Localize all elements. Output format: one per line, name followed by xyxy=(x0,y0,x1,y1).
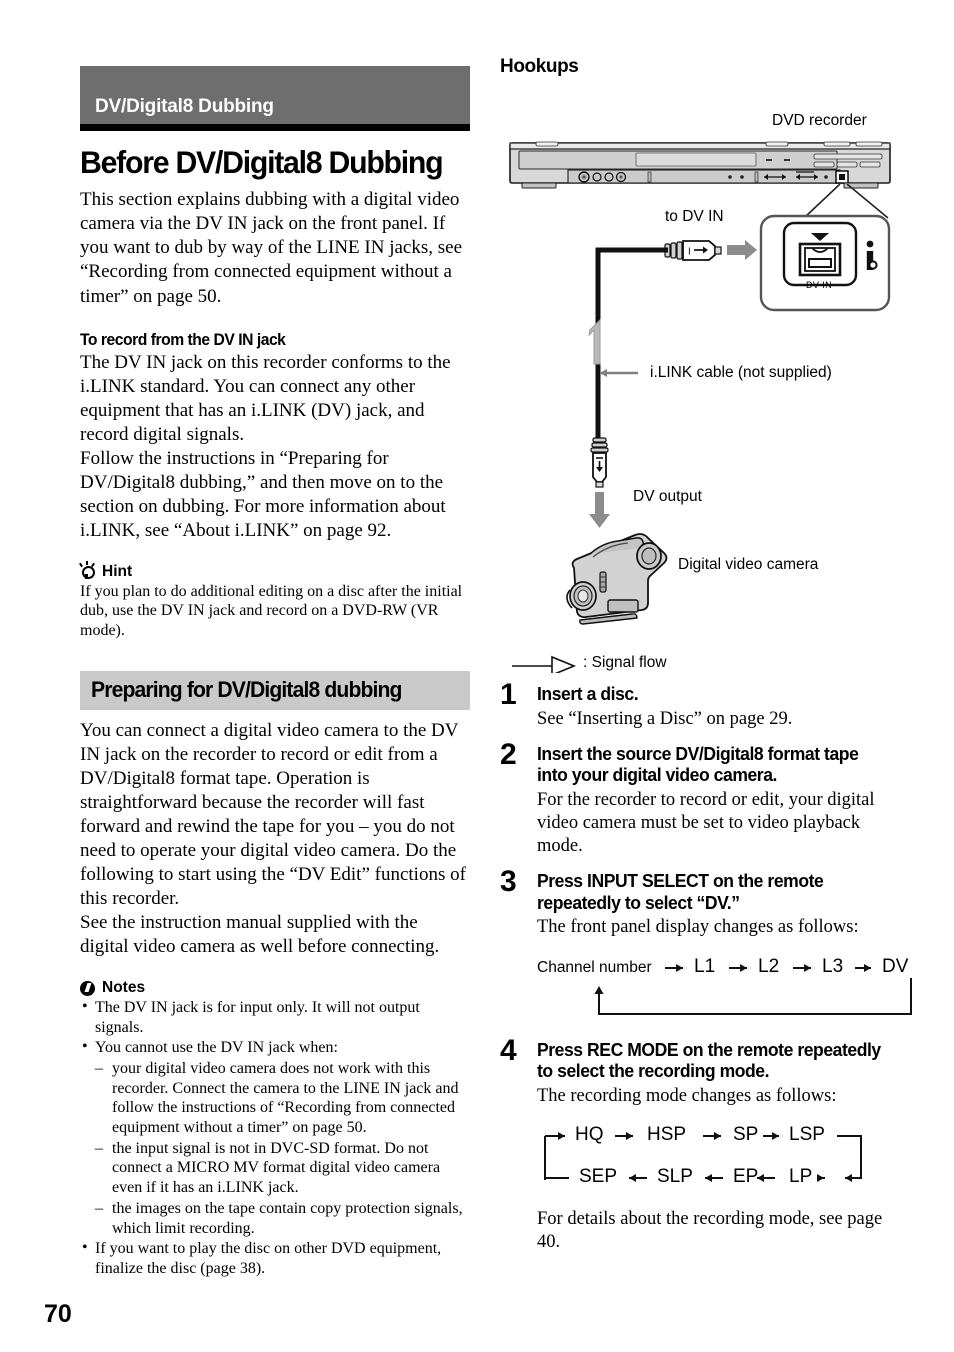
bullet-icon: • xyxy=(82,1038,88,1056)
list-item: • The DV IN jack is for input only. It w… xyxy=(80,998,470,1037)
step-number: 4 xyxy=(500,1033,517,1067)
hint-label: Hint xyxy=(102,562,133,580)
ilink-cable-label: i.LINK cable (not supplied) xyxy=(650,364,832,381)
step-2: 2 Insert the source DV/Digital8 format t… xyxy=(500,738,892,859)
dvd-recorder-label: DVD recorder xyxy=(772,112,867,129)
sub-note-text: the images on the tape contain copy prot… xyxy=(112,1199,463,1237)
dash-icon: – xyxy=(95,1060,103,1078)
step-3: 3 Press INPUT SELECT on the remote repea… xyxy=(500,865,912,1021)
note-text: The DV IN jack is for input only. It wil… xyxy=(95,999,420,1036)
dv-in-port-label: DV IN xyxy=(805,280,832,290)
list-item: • You cannot use the DV IN jack when: – … xyxy=(80,1038,470,1238)
rec-mode-flow-diagram: HQ HSP SP LSP SEP SLP EP LP xyxy=(537,1122,907,1200)
manual-page: DV/Digital8 Dubbing Before DV/Digital8 D… xyxy=(0,0,954,1352)
subsection-banner: Preparing for DV/Digital8 dubbing xyxy=(80,670,470,710)
step-title: Press INPUT SELECT on the remote repeate… xyxy=(537,871,824,913)
dash-icon: – xyxy=(95,1139,103,1157)
section1-paragraph-1: The DV IN jack on this recorder conforms… xyxy=(80,351,451,445)
step-1: 1 Insert a disc. See “Inserting a Disc” … xyxy=(500,678,892,731)
note-text: If you want to play the disc on other DV… xyxy=(95,1240,442,1277)
step-description: For the recorder to record or edit, your… xyxy=(537,789,875,857)
notes-callout-header: Notes xyxy=(80,979,470,997)
note-text: You cannot use the DV IN jack when: xyxy=(95,1039,338,1057)
exclamation-circle-icon xyxy=(80,980,95,996)
list-item: – your digital video camera does not wor… xyxy=(95,1059,470,1138)
subsection-banner-label: Preparing for DV/Digital8 dubbing xyxy=(91,676,402,702)
right-column: Hookups DVD recorder DV IN to DV IN I i.… xyxy=(500,56,912,1255)
rec-mode-footer-note: For details about the recording mode, se… xyxy=(537,1208,883,1253)
step-title: Insert a disc. xyxy=(537,684,639,704)
to-dv-in-label: to DV IN xyxy=(665,208,724,225)
chapter-banner: DV/Digital8 Dubbing xyxy=(80,66,470,131)
step-number: 3 xyxy=(500,865,517,899)
step-4: 4 Press REC MODE on the remote repeatedl… xyxy=(500,1034,892,1255)
section2-paragraph-2: See the instruction manual supplied with… xyxy=(80,912,440,958)
step-description: The front panel display changes as follo… xyxy=(537,917,859,938)
step-title: Insert the source DV/Digital8 format tap… xyxy=(537,743,859,786)
section2-paragraph-1: You can connect a digital video camera t… xyxy=(80,719,466,910)
left-column: DV/Digital8 Dubbing Before DV/Digital8 D… xyxy=(79,66,470,1279)
hint-text: If you plan to do additional editing on … xyxy=(80,582,463,640)
sub-notes-list: – your digital video camera does not wor… xyxy=(95,1059,470,1238)
dv-in-jack-closeup xyxy=(759,214,891,312)
hookups-heading: Hookups xyxy=(500,56,579,77)
hint-callout-header: Hint xyxy=(79,561,470,581)
flow-arrows xyxy=(594,963,912,1015)
step-number: 2 xyxy=(500,737,517,771)
step-title: Press REC MODE on the remote repeatedly … xyxy=(537,1039,881,1082)
sub-note-text: your digital video camera does not work … xyxy=(112,1060,459,1137)
step-number: 1 xyxy=(500,678,517,711)
intro-paragraph: This section explains dubbing with a dig… xyxy=(80,189,463,307)
page-title: Before DV/Digital8 Dubbing xyxy=(80,144,444,180)
notes-list: • The DV IN jack is for input only. It w… xyxy=(80,998,470,1278)
sub-note-text: the input signal is not in DVC-SD format… xyxy=(112,1139,441,1197)
input-select-flow-diagram: Channel number L1 L2 L3 DV xyxy=(537,956,912,1022)
step-description: See “Inserting a Disc” on page 29. xyxy=(537,708,793,729)
list-item: – the images on the tape contain copy pr… xyxy=(95,1199,470,1238)
bullet-icon: • xyxy=(82,1239,88,1257)
list-item: – the input signal is not in DVC-SD form… xyxy=(95,1139,470,1198)
notes-label: Notes xyxy=(102,979,146,997)
lightbulb-icon xyxy=(79,561,95,580)
section1-paragraph-2: Follow the instructions in “Preparing fo… xyxy=(80,447,446,541)
chapter-banner-label: DV/Digital8 Dubbing xyxy=(95,96,274,117)
dash-icon: – xyxy=(95,1199,103,1217)
step-description: The recording mode changes as follows: xyxy=(537,1085,837,1106)
hookup-diagram: DVD recorder DV IN to DV IN I i.LINK cab… xyxy=(500,88,892,673)
dv-output-label: DV output xyxy=(633,488,702,505)
ilink-plug-bottom xyxy=(589,437,610,528)
list-item: • If you want to play the disc on other … xyxy=(80,1239,470,1278)
digital-video-camera-illustration xyxy=(566,533,668,625)
flow-arrows xyxy=(544,1131,862,1182)
signal-flow-arrow-icon xyxy=(512,655,577,673)
digital-video-camera-label: Digital video camera xyxy=(678,556,819,573)
section-heading-record-from-dv-in: To record from the DV IN jack xyxy=(80,330,286,349)
ilink-cable xyxy=(588,247,668,452)
page-number: 70 xyxy=(44,1300,72,1328)
signal-flow-label: : Signal flow xyxy=(583,654,667,671)
bullet-icon: • xyxy=(82,998,88,1016)
